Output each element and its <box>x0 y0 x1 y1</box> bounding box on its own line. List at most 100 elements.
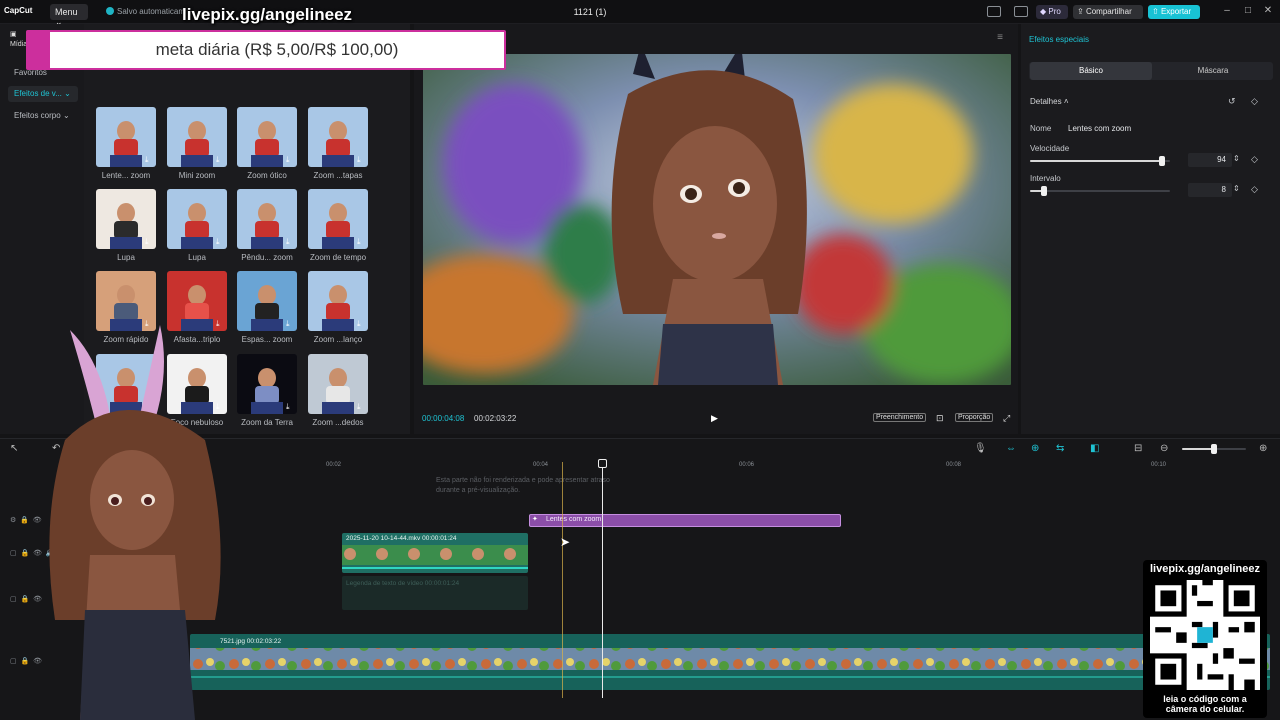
layout-icon[interactable] <box>987 6 1001 17</box>
render-warning: Esta parte não foi renderizada e pode ap… <box>436 477 610 494</box>
effect-thumbnail[interactable]: ⤓ <box>237 189 297 249</box>
download-icon[interactable]: ⤓ <box>357 156 365 164</box>
keyframe-icon[interactable]: ◇ <box>1251 96 1258 107</box>
effect-thumbnail[interactable]: ⤓ <box>308 107 368 167</box>
keyframe-icon[interactable]: ◇ <box>1251 154 1258 165</box>
effect-label: Zoom de tempo <box>309 253 367 262</box>
link-icon[interactable]: ⇔ <box>1006 443 1016 454</box>
media-icon: ▣ <box>10 31 17 38</box>
effect-thumbnail[interactable]: ⤓ <box>96 107 156 167</box>
main-clip[interactable] <box>190 634 1270 690</box>
zoom-in-icon[interactable]: ⊕ <box>1259 443 1267 454</box>
app-logo: CapCut <box>4 6 33 15</box>
qr-code <box>1150 580 1260 690</box>
ratio-button[interactable]: Proporção <box>955 413 994 422</box>
effect-thumbnail[interactable]: ⤓ <box>308 354 368 414</box>
captions-icon[interactable]: ⊟ <box>1134 443 1142 454</box>
effect-label: Lupa <box>117 253 135 262</box>
tab-mask[interactable]: Máscara <box>1152 62 1274 80</box>
zoom-out-icon[interactable]: ⊖ <box>1160 443 1168 454</box>
properties-panel <box>1021 24 1280 434</box>
total-time: 00:02:03:22 <box>474 414 517 423</box>
stream-url-overlay: livepix.gg/angelineez <box>182 5 353 24</box>
share-button[interactable]: ⇪ Compartilhar <box>1073 5 1143 19</box>
keyframe-icon[interactable]: ◇ <box>1251 184 1258 195</box>
tab-media-label[interactable]: Mídia <box>10 41 27 48</box>
interval-label: Intervalo <box>1030 174 1061 183</box>
effect-thumbnail[interactable]: ⤓ <box>308 271 368 331</box>
shortcut-icon[interactable] <box>1014 6 1028 17</box>
download-icon[interactable]: ⤓ <box>286 156 294 164</box>
details-section[interactable]: Detalhes ˄ <box>1030 97 1068 106</box>
microphone-icon[interactable]: 🎙 <box>974 443 987 454</box>
track-controls-effects[interactable]: ⚙ 🔒 👁 <box>10 516 42 524</box>
interval-input[interactable]: 8 <box>1188 183 1232 197</box>
stepper-icon[interactable]: ⇕ <box>1233 184 1240 193</box>
effect-thumbnail[interactable]: ⤓ <box>167 189 227 249</box>
download-icon[interactable]: ⤓ <box>145 238 153 246</box>
nav-video-effects[interactable]: Efeitos de v... ⌄ <box>8 86 78 102</box>
stepper-icon[interactable]: ⇕ <box>1233 154 1240 163</box>
speed-input[interactable]: 94 <box>1188 153 1232 167</box>
snap-icon[interactable]: ⊕ <box>1031 443 1039 454</box>
effect-label: Mini zoom <box>178 171 216 180</box>
play-icon[interactable]: ▶ <box>711 413 721 423</box>
select-tool-icon[interactable]: ↖ <box>10 443 18 454</box>
download-icon[interactable]: ⤓ <box>286 403 294 411</box>
effect-thumbnail[interactable]: ⤓ <box>237 107 297 167</box>
effect-clip[interactable]: Lentes com zoom <box>529 514 841 527</box>
download-icon[interactable]: ⤓ <box>357 238 365 246</box>
speed-slider-fill <box>1030 160 1162 162</box>
zoom-slider-fill <box>1182 448 1214 450</box>
preview-axis-icon[interactable]: ⇆ <box>1056 443 1064 454</box>
export-button[interactable]: ⇧ Exportar <box>1148 5 1200 19</box>
effect-label: Lente... zoom <box>101 171 151 180</box>
qr-instructions: leia o código com a câmera do celular. <box>1163 694 1247 714</box>
effect-thumbnail[interactable]: ⤓ <box>237 271 297 331</box>
download-icon[interactable]: ⤓ <box>357 403 365 411</box>
track-controls-main[interactable]: ▢ 🔒 👁 <box>10 657 42 665</box>
preview-frame <box>423 54 1011 385</box>
effect-thumbnail[interactable]: ⤓ <box>237 354 297 414</box>
minimize-icon[interactable]: – <box>1221 5 1233 17</box>
download-icon[interactable]: ⤓ <box>145 156 153 164</box>
playhead-handle[interactable] <box>598 459 607 468</box>
download-icon[interactable]: ⤓ <box>216 156 224 164</box>
split-icon[interactable]: ◧ <box>1090 443 1099 454</box>
menu-icon[interactable]: ≡ <box>994 32 1006 44</box>
screenshot-icon[interactable]: ⊡ <box>934 413 946 424</box>
effect-thumbnail[interactable]: ⤓ <box>167 107 227 167</box>
track-controls-text[interactable]: ▢ 🔒 👁 <box>10 595 42 603</box>
zoom-slider[interactable] <box>1182 444 1246 454</box>
project-title: 1121 (1) <box>573 7 607 17</box>
speed-slider[interactable] <box>1030 156 1170 166</box>
effect-thumbnail[interactable]: ⤓ <box>308 189 368 249</box>
tab-media[interactable]: ▣ <box>10 30 17 38</box>
chevron-down-icon: ⌄ <box>62 111 70 120</box>
download-icon[interactable]: ⤓ <box>216 238 224 246</box>
fill-button[interactable]: Preenchimento <box>873 413 927 422</box>
download-icon[interactable]: ⤓ <box>286 320 294 328</box>
fullscreen-icon[interactable]: ⤢ <box>1001 413 1012 424</box>
main-clip-thumbnails <box>190 648 1270 678</box>
check-icon <box>106 7 114 15</box>
nav-body-effects[interactable]: Efeitos corpo ⌄ <box>8 108 78 124</box>
speed-slider-knob[interactable] <box>1158 156 1165 166</box>
interval-slider-knob[interactable] <box>1041 186 1047 196</box>
menu-button[interactable]: Menu ⌄ <box>50 4 88 27</box>
download-icon[interactable]: ⤓ <box>357 320 365 328</box>
playhead[interactable] <box>602 460 603 698</box>
close-icon[interactable]: ✕ <box>1262 5 1274 17</box>
maximize-icon[interactable]: □ <box>1242 5 1254 17</box>
effect-label: Zoom da Terra <box>241 418 293 427</box>
diamond-icon: ◆ <box>1040 7 1047 16</box>
zoom-slider-knob[interactable] <box>1211 444 1217 454</box>
interval-slider[interactable] <box>1030 186 1170 196</box>
reset-icon[interactable]: ↺ <box>1228 96 1236 107</box>
pro-button[interactable]: ◆ Pro <box>1036 5 1068 19</box>
download-icon[interactable]: ⤓ <box>286 238 294 246</box>
qr-url: livepix.gg/angelineez <box>1149 563 1261 575</box>
tab-basic[interactable]: Básico <box>1030 62 1152 80</box>
effect-thumbnail[interactable]: ⤓ <box>96 189 156 249</box>
preview-canvas <box>423 54 1011 385</box>
